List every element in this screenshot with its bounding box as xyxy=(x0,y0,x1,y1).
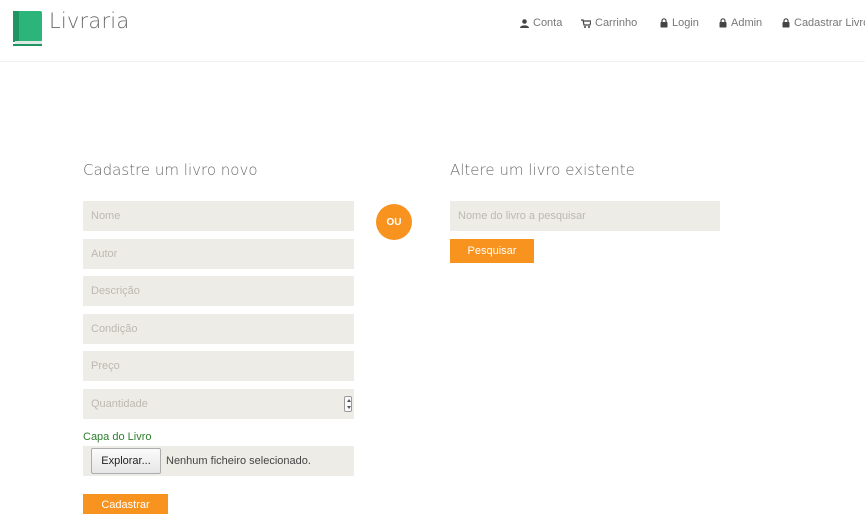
cover-label: Capa do Livro xyxy=(83,431,152,443)
nav-item-login[interactable]: Login xyxy=(660,17,699,29)
nav-label-cadastrar-livro: Cadastrar Livro xyxy=(794,17,865,29)
quantity-stepper[interactable] xyxy=(344,396,352,412)
nav-item-admin[interactable]: Admin xyxy=(719,17,762,29)
quantidade-input[interactable] xyxy=(91,389,354,419)
autor-field[interactable] xyxy=(83,239,354,269)
nav-label-login: Login xyxy=(672,17,699,29)
quantidade-field[interactable] xyxy=(83,389,354,419)
top-header: Livraria Conta Carrinho Login Admin Cada… xyxy=(0,0,865,62)
nome-input[interactable] xyxy=(91,201,354,231)
preco-field[interactable] xyxy=(83,351,354,381)
cover-file-field[interactable]: Explorar... Nenhum ficheiro selecionado. xyxy=(83,446,354,476)
lock-icon xyxy=(719,18,727,28)
cart-icon xyxy=(581,18,591,28)
book-search-input[interactable] xyxy=(458,201,720,231)
autor-input[interactable] xyxy=(91,239,354,269)
nav-label-admin: Admin xyxy=(731,17,763,29)
lock-icon xyxy=(660,18,668,28)
lock-icon xyxy=(782,18,790,28)
nome-field[interactable] xyxy=(83,201,354,231)
descricao-input[interactable] xyxy=(91,276,354,306)
cadastrar-button[interactable]: Cadastrar xyxy=(83,494,168,514)
book-search-field[interactable] xyxy=(450,201,720,231)
condicao-field[interactable] xyxy=(83,314,354,344)
or-badge: OU xyxy=(376,204,412,240)
nav-item-carrinho[interactable]: Carrinho xyxy=(581,17,637,29)
book-icon[interactable] xyxy=(13,11,43,46)
user-icon xyxy=(520,18,529,28)
nav-item-conta[interactable]: Conta xyxy=(520,17,562,29)
edit-book-title: Altere um livro existente xyxy=(450,161,635,179)
condicao-input[interactable] xyxy=(91,314,354,344)
nav-label-conta: Conta xyxy=(533,17,563,29)
preco-input[interactable] xyxy=(91,351,354,381)
nav-item-cadastrar-livro[interactable]: Cadastrar Livro xyxy=(782,17,865,29)
new-book-title: Cadastre um livro novo xyxy=(83,161,258,179)
brand-title[interactable]: Livraria xyxy=(49,9,129,33)
file-status-text: Nenhum ficheiro selecionado. xyxy=(166,455,311,467)
descricao-field[interactable] xyxy=(83,276,354,306)
nav-label-carrinho: Carrinho xyxy=(595,17,638,29)
pesquisar-button[interactable]: Pesquisar xyxy=(450,239,534,263)
browse-file-button[interactable]: Explorar... xyxy=(91,448,161,474)
